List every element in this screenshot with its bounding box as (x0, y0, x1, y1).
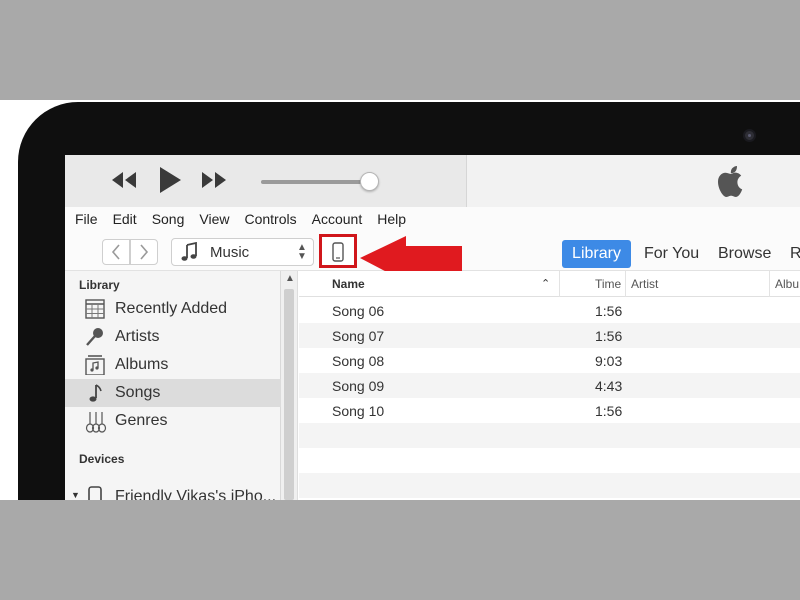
sidebar-library-heading: Library (79, 278, 120, 292)
volume-slider[interactable] (261, 180, 371, 184)
sidebar-item-songs[interactable]: Songs (65, 379, 281, 407)
menu-account[interactable]: Account (312, 211, 363, 227)
player-bar (65, 155, 800, 207)
song-time: 1:56 (595, 328, 623, 344)
song-name: Song 10 (332, 403, 385, 419)
song-table: Name ⌃ Time Artist Albu Song 06 1:56 Son… (299, 271, 800, 500)
tab-for-you[interactable]: For You (644, 240, 699, 268)
song-name: Song 08 (332, 353, 385, 369)
column-header-name[interactable]: Name (332, 271, 365, 297)
column-divider[interactable] (769, 271, 770, 297)
album-icon (85, 355, 105, 375)
table-row[interactable]: Song 07 1:56 (299, 323, 800, 348)
column-divider[interactable] (559, 271, 560, 297)
song-name: Song 07 (332, 328, 385, 344)
tab-radio[interactable]: R (790, 240, 800, 268)
updown-chevron-icon: ▲ ▼ (297, 242, 307, 262)
sort-ascending-icon[interactable]: ⌃ (541, 271, 550, 297)
column-divider[interactable] (625, 271, 626, 297)
navigation-bar: Music ▲ ▼ Library For You Browse R (65, 231, 800, 282)
fast-forward-icon[interactable] (200, 169, 228, 191)
song-name: Song 09 (332, 378, 385, 394)
tab-library[interactable]: Library (562, 240, 631, 268)
table-row-empty (299, 473, 800, 498)
chevron-left-icon (111, 244, 120, 260)
table-row[interactable]: Song 08 9:03 (299, 348, 800, 373)
media-type-label: Music (210, 244, 250, 261)
table-row[interactable]: Song 10 1:56 (299, 398, 800, 423)
column-header-album[interactable]: Albu (775, 271, 799, 297)
itunes-window: File Edit Song View Controls Account Hel… (65, 155, 800, 500)
menu-help[interactable]: Help (377, 211, 406, 227)
apple-logo-icon (718, 166, 743, 197)
menu-song[interactable]: Song (152, 211, 185, 227)
menu-controls[interactable]: Controls (244, 211, 296, 227)
sidebar-item-label: Artists (115, 328, 160, 345)
table-row[interactable]: Song 06 1:56 (299, 298, 800, 323)
song-time: 9:03 (595, 353, 623, 369)
song-time: 4:43 (595, 378, 623, 394)
microphone-icon (86, 328, 103, 346)
disclosure-triangle-icon[interactable]: ▼ (71, 490, 80, 500)
sidebar-item-label: Songs (115, 384, 161, 401)
device-button[interactable] (319, 234, 357, 268)
column-header-time[interactable]: Time (595, 271, 621, 297)
scroll-up-arrow-icon[interactable]: ▲ (285, 273, 295, 284)
sidebar-item-label: Genres (115, 412, 168, 429)
table-row[interactable]: Song 09 4:43 (299, 373, 800, 398)
song-time: 1:56 (595, 303, 623, 319)
webcam-icon (743, 129, 756, 142)
sidebar-item-recently-added[interactable]: Recently Added (65, 295, 281, 323)
volume-knob[interactable] (360, 172, 379, 191)
song-time: 1:56 (595, 403, 623, 419)
forward-button[interactable] (130, 239, 158, 265)
sidebar-item-device[interactable]: ▼ Friendly Vikas's iPho... (65, 484, 281, 500)
sidebar-devices-heading: Devices (79, 452, 125, 466)
sidebar-item-artists[interactable]: Artists (65, 323, 281, 351)
table-row-empty (299, 423, 800, 448)
sidebar-item-label: Albums (115, 356, 169, 373)
tab-browse[interactable]: Browse (718, 240, 771, 268)
menu-file[interactable]: File (75, 211, 98, 227)
chevron-right-icon (140, 244, 149, 260)
menu-bar: File Edit Song View Controls Account Hel… (65, 207, 800, 231)
sidebar-item-label: Recently Added (115, 300, 228, 317)
image-frame: File Edit Song View Controls Account Hel… (0, 100, 800, 500)
back-button[interactable] (102, 239, 130, 265)
playback-controls (65, 155, 467, 207)
menu-edit[interactable]: Edit (113, 211, 137, 227)
scrollbar-thumb[interactable] (284, 289, 294, 500)
column-header-artist[interactable]: Artist (631, 271, 658, 297)
sidebar-scrollbar[interactable]: ▲ (281, 271, 298, 500)
music-note-icon (181, 242, 197, 261)
music-note-icon (89, 384, 102, 402)
device-name: Friendly Vikas's iPho... (115, 488, 277, 500)
table-header: Name ⌃ Time Artist Albu (299, 271, 800, 297)
sidebar-item-genres[interactable]: Genres (65, 407, 281, 435)
guitars-icon (85, 412, 107, 433)
iphone-icon (88, 486, 102, 500)
play-icon[interactable] (157, 165, 183, 195)
sidebar-item-albums[interactable]: Albums (65, 351, 281, 379)
sidebar: Library Recently Added Artists Albums So… (65, 271, 281, 500)
media-type-select[interactable]: Music ▲ ▼ (171, 238, 314, 266)
calendar-grid-icon (85, 299, 105, 319)
rewind-icon[interactable] (110, 169, 138, 191)
song-name: Song 06 (332, 303, 385, 319)
iphone-icon (332, 242, 344, 262)
menu-view[interactable]: View (199, 211, 229, 227)
